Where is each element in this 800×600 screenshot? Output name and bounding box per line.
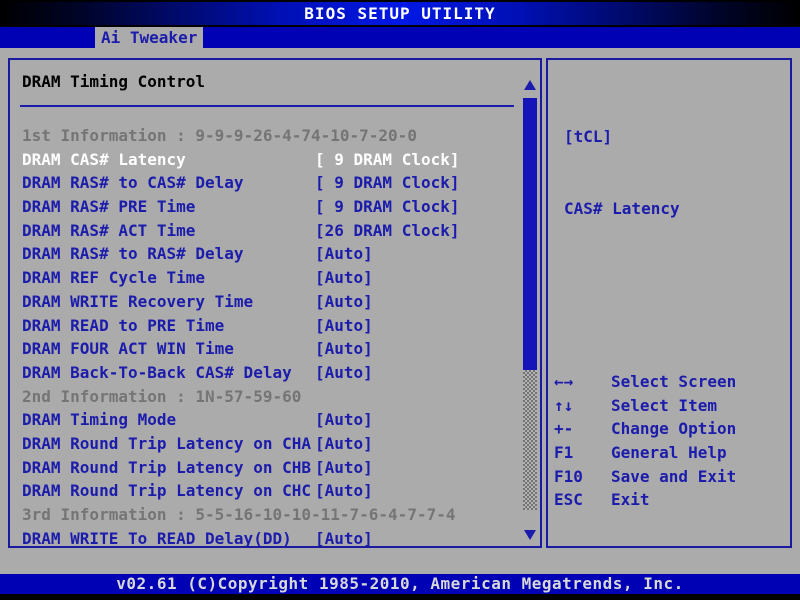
panel-title: DRAM Timing Control	[22, 70, 205, 94]
setting-label: DRAM RAS# PRE Time	[22, 195, 315, 219]
hotkey-row: F1General Help	[554, 441, 786, 465]
settings-panel: DRAM Timing Control 1st Information : 9-…	[8, 58, 542, 548]
help-item-info: [tCL] CAS# Latency	[564, 78, 680, 268]
setting-row[interactable]: DRAM READ to PRE Time[Auto]	[22, 314, 510, 338]
hotkey-key: ↑↓	[554, 394, 611, 418]
setting-row[interactable]: DRAM REF Cycle Time[Auto]	[22, 266, 510, 290]
setting-value[interactable]: [Auto]	[315, 432, 373, 456]
setting-label: DRAM REF Cycle Time	[22, 266, 315, 290]
scroll-down-icon[interactable]	[524, 530, 536, 540]
help-item-tag: [tCL]	[564, 125, 680, 149]
setting-row[interactable]: DRAM FOUR ACT WIN Time[Auto]	[22, 337, 510, 361]
hotkey-action: Change Option	[611, 417, 736, 441]
setting-label: DRAM Round Trip Latency on CHA	[22, 432, 315, 456]
setting-label: DRAM WRITE Recovery Time	[22, 290, 315, 314]
title-separator	[20, 105, 514, 107]
scrollbar-thumb[interactable]	[523, 98, 537, 370]
tab-ai-tweaker-label: Ai Tweaker	[101, 26, 197, 50]
setting-row[interactable]: DRAM RAS# to RAS# Delay[Auto]	[22, 242, 510, 266]
hotkey-key: F1	[554, 441, 611, 465]
copyright-text: v02.61 (C)Copyright 1985-2010, American …	[116, 572, 683, 596]
hotkey-key: ESC	[554, 488, 611, 512]
setting-value[interactable]: [Auto]	[315, 337, 373, 361]
title-bar: BIOS SETUP UTILITY	[0, 2, 800, 25]
setting-row[interactable]: DRAM Timing Mode[Auto]	[22, 408, 510, 432]
setting-label: DRAM CAS# Latency	[22, 148, 315, 172]
hotkey-action: Select Screen	[611, 370, 736, 394]
setting-value[interactable]: [ 9 DRAM Clock]	[315, 171, 460, 195]
hotkey-row: ←→Select Screen	[554, 370, 786, 394]
setting-label: DRAM READ to PRE Time	[22, 314, 315, 338]
info-text: 3rd Information : 5-5-16-10-10-11-7-6-4-…	[22, 503, 315, 527]
setting-row[interactable]: DRAM WRITE Recovery Time[Auto]	[22, 290, 510, 314]
title-bar-text: BIOS SETUP UTILITY	[304, 2, 495, 26]
hotkey-action: Exit	[611, 488, 650, 512]
setting-value[interactable]: [ 9 DRAM Clock]	[315, 148, 460, 172]
setting-label: DRAM FOUR ACT WIN Time	[22, 337, 315, 361]
setting-row[interactable]: DRAM CAS# Latency[ 9 DRAM Clock]	[22, 148, 510, 172]
info-row: 1st Information : 9-9-9-26-4-74-10-7-20-…	[22, 124, 510, 148]
tab-bar: Ai Tweaker	[0, 27, 800, 48]
setting-label: DRAM RAS# ACT Time	[22, 219, 315, 243]
hotkey-row: ESCExit	[554, 488, 786, 512]
hotkey-key: F10	[554, 465, 611, 489]
scroll-up-icon[interactable]	[524, 80, 536, 90]
setting-label: DRAM Round Trip Latency on CHC	[22, 479, 315, 503]
footer-bar: v02.61 (C)Copyright 1985-2010, American …	[0, 574, 800, 594]
setting-row[interactable]: DRAM WRITE To READ Delay(DD)[Auto]	[22, 527, 510, 548]
hotkey-action: General Help	[611, 441, 727, 465]
help-panel: [tCL] CAS# Latency ←→Select Screen↑↓Sele…	[546, 58, 792, 548]
hotkey-action: Select Item	[611, 394, 717, 418]
setting-value[interactable]: [Auto]	[315, 266, 373, 290]
setting-value[interactable]: [Auto]	[315, 242, 373, 266]
setting-value[interactable]: [Auto]	[315, 408, 373, 432]
setting-label: DRAM RAS# to CAS# Delay	[22, 171, 315, 195]
setting-row[interactable]: DRAM RAS# to CAS# Delay[ 9 DRAM Clock]	[22, 171, 510, 195]
hotkey-key: +-	[554, 417, 611, 441]
setting-value[interactable]: [26 DRAM Clock]	[315, 219, 460, 243]
setting-value[interactable]: [ 9 DRAM Clock]	[315, 195, 460, 219]
info-text: 2nd Information : 1N-57-59-60	[22, 385, 315, 409]
setting-value[interactable]: [Auto]	[315, 479, 373, 503]
setting-label: DRAM Back-To-Back CAS# Delay	[22, 361, 315, 385]
setting-row[interactable]: DRAM RAS# PRE Time[ 9 DRAM Clock]	[22, 195, 510, 219]
scrollbar-track[interactable]	[523, 370, 537, 510]
setting-value[interactable]: [Auto]	[315, 314, 373, 338]
setting-value[interactable]: [Auto]	[315, 527, 373, 548]
info-row: 2nd Information : 1N-57-59-60	[22, 385, 510, 409]
hotkey-key: ←→	[554, 370, 611, 394]
tab-ai-tweaker[interactable]: Ai Tweaker	[95, 27, 203, 48]
setting-label: DRAM RAS# to RAS# Delay	[22, 242, 315, 266]
hotkey-row: +-Change Option	[554, 417, 786, 441]
setting-value[interactable]: [Auto]	[315, 456, 373, 480]
hotkey-action: Save and Exit	[611, 465, 736, 489]
info-text: 1st Information : 9-9-9-26-4-74-10-7-20-…	[22, 124, 315, 148]
setting-label: DRAM Timing Mode	[22, 408, 315, 432]
setting-label: DRAM Round Trip Latency on CHB	[22, 456, 315, 480]
main-area: DRAM Timing Control 1st Information : 9-…	[0, 48, 800, 574]
setting-row[interactable]: DRAM Round Trip Latency on CHB[Auto]	[22, 456, 510, 480]
setting-label: DRAM WRITE To READ Delay(DD)	[22, 527, 315, 548]
help-item-description: CAS# Latency	[564, 197, 680, 221]
bios-setup-screen: BIOS SETUP UTILITY Ai Tweaker DRAM Timin…	[0, 0, 800, 600]
setting-row[interactable]: DRAM RAS# ACT Time[26 DRAM Clock]	[22, 219, 510, 243]
setting-row[interactable]: DRAM Round Trip Latency on CHA[Auto]	[22, 432, 510, 456]
hotkey-row: ↑↓Select Item	[554, 394, 786, 418]
setting-row[interactable]: DRAM Back-To-Back CAS# Delay[Auto]	[22, 361, 510, 385]
scrollbar[interactable]	[522, 60, 538, 546]
settings-list: 1st Information : 9-9-9-26-4-74-10-7-20-…	[22, 124, 510, 548]
setting-value[interactable]: [Auto]	[315, 361, 373, 385]
hotkey-legend: ←→Select Screen↑↓Select Item+-Change Opt…	[554, 370, 786, 512]
setting-row[interactable]: DRAM Round Trip Latency on CHC[Auto]	[22, 479, 510, 503]
hotkey-row: F10Save and Exit	[554, 465, 786, 489]
info-row: 3rd Information : 5-5-16-10-10-11-7-6-4-…	[22, 503, 510, 527]
setting-value[interactable]: [Auto]	[315, 290, 373, 314]
